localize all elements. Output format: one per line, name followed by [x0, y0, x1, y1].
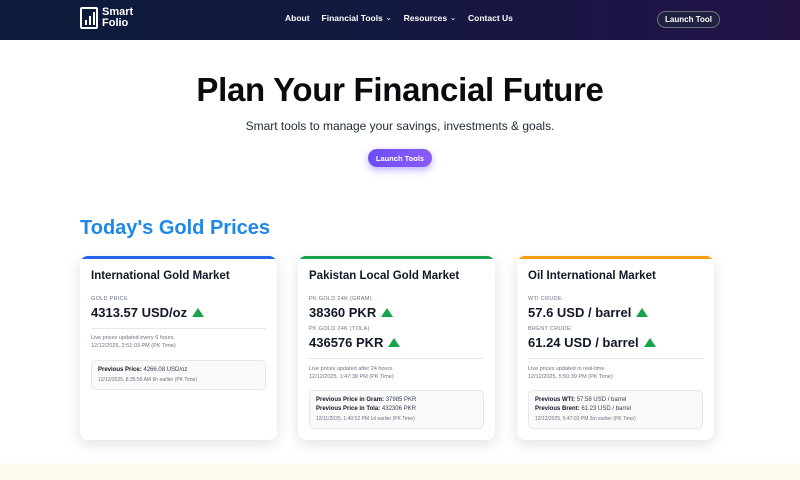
previous-time: 12/12/2025, 8:35:55 AM 6h earlier (PK Ti… [98, 377, 197, 383]
section-title: Today's Gold Prices [80, 217, 270, 239]
chevron-down-icon: ⌄ [385, 15, 392, 22]
divider [91, 328, 266, 329]
price-label: GOLD PRICE [91, 296, 128, 302]
brent-price-value: 61.24 USD / barrel [528, 335, 656, 350]
nav-links: About Financial Tools ⌄ Resources ⌄ Contac… [285, 13, 513, 23]
trend-up-icon [381, 308, 394, 317]
divider [528, 358, 703, 359]
update-note: Live prices updated in real-time 12/12/2… [528, 366, 613, 380]
card-international-gold: International Gold Market GOLD PRICE 431… [80, 256, 277, 440]
previous-price-gram: Previous Price in Gram: 37985 PKR [316, 397, 417, 403]
previous-price-box: Previous Price in Gram: 37985 PKR Previo… [309, 390, 484, 429]
hero-title: Plan Your Financial Future [196, 71, 604, 108]
chevron-down-icon: ⌄ [450, 15, 457, 22]
trend-up-icon [388, 338, 401, 347]
divider [309, 358, 484, 359]
card-oil-international: Oil International Market WTI CRUDE: 57.6… [517, 256, 714, 440]
card-title: Oil International Market [528, 270, 656, 282]
trend-up-icon [643, 338, 656, 347]
nav-about[interactable]: About [285, 13, 310, 23]
price-label-brent: BRENT CRUDE: [528, 326, 573, 332]
previous-price-tola: Previous Price in Tola: 432306 PKR [316, 406, 416, 412]
hero-subtitle: Smart tools to manage your savings, inve… [245, 119, 555, 133]
update-note: Live prices updated every 6 hours. 12/12… [91, 335, 176, 349]
card-title: Pakistan Local Gold Market [309, 270, 460, 282]
nav-financial-tools[interactable]: Financial Tools ⌄ [322, 13, 392, 23]
gold-price-value: 4313.57 USD/oz [91, 305, 205, 320]
previous-price-box: Previous Price: 4266.08 USD/oz 12/12/202… [91, 360, 266, 390]
trend-up-icon [192, 308, 205, 317]
launch-tools-button[interactable]: Launch Tools [368, 149, 432, 167]
logo-text: Smart Folio [102, 6, 134, 29]
gram-price-value: 38360 PKR [309, 305, 394, 320]
footer-band [0, 463, 800, 480]
price-label-wti: WTI CRUDE: [528, 296, 564, 302]
card-accent-bar [298, 256, 495, 259]
previous-wti: Previous WTI: 57.58 USD / barrel [535, 397, 627, 403]
launch-tool-button[interactable]: Launch Tool [657, 11, 720, 28]
top-navbar: Smart Folio About Financial Tools ⌄ Resou… [0, 0, 800, 40]
card-title: International Gold Market [91, 270, 230, 282]
price-label-gram: PK GOLD 24K (GRAM) [309, 296, 372, 302]
previous-price: Previous Price: 4266.08 USD/oz [98, 367, 188, 373]
previous-brent: Previous Brent: 61.23 USD / barrel [535, 406, 632, 412]
nav-contact-us[interactable]: Contact Us [468, 13, 513, 23]
previous-time: 12/11/2025, 1:40:52 PM 1d earlier (PK Ti… [316, 416, 415, 422]
price-label-tola: PK GOLD 24K (TOLA) [309, 326, 370, 332]
previous-price-box: Previous WTI: 57.58 USD / barrel Previou… [528, 390, 703, 429]
logo-chart-icon [80, 7, 98, 29]
previous-time: 12/12/2025, 5:47:03 PM 3m earlier (PK Ti… [535, 416, 636, 422]
wti-price-value: 57.6 USD / barrel [528, 305, 649, 320]
logo[interactable]: Smart Folio [80, 7, 133, 29]
card-accent-bar [517, 256, 714, 259]
update-note: Live prices updated after 24 hours. 12/1… [309, 366, 394, 380]
trend-up-icon [636, 308, 649, 317]
nav-resources[interactable]: Resources ⌄ [404, 13, 456, 23]
card-pakistan-gold: Pakistan Local Gold Market PK GOLD 24K (… [298, 256, 495, 440]
card-accent-bar [80, 256, 277, 259]
tola-price-value: 436576 PKR [309, 335, 401, 350]
